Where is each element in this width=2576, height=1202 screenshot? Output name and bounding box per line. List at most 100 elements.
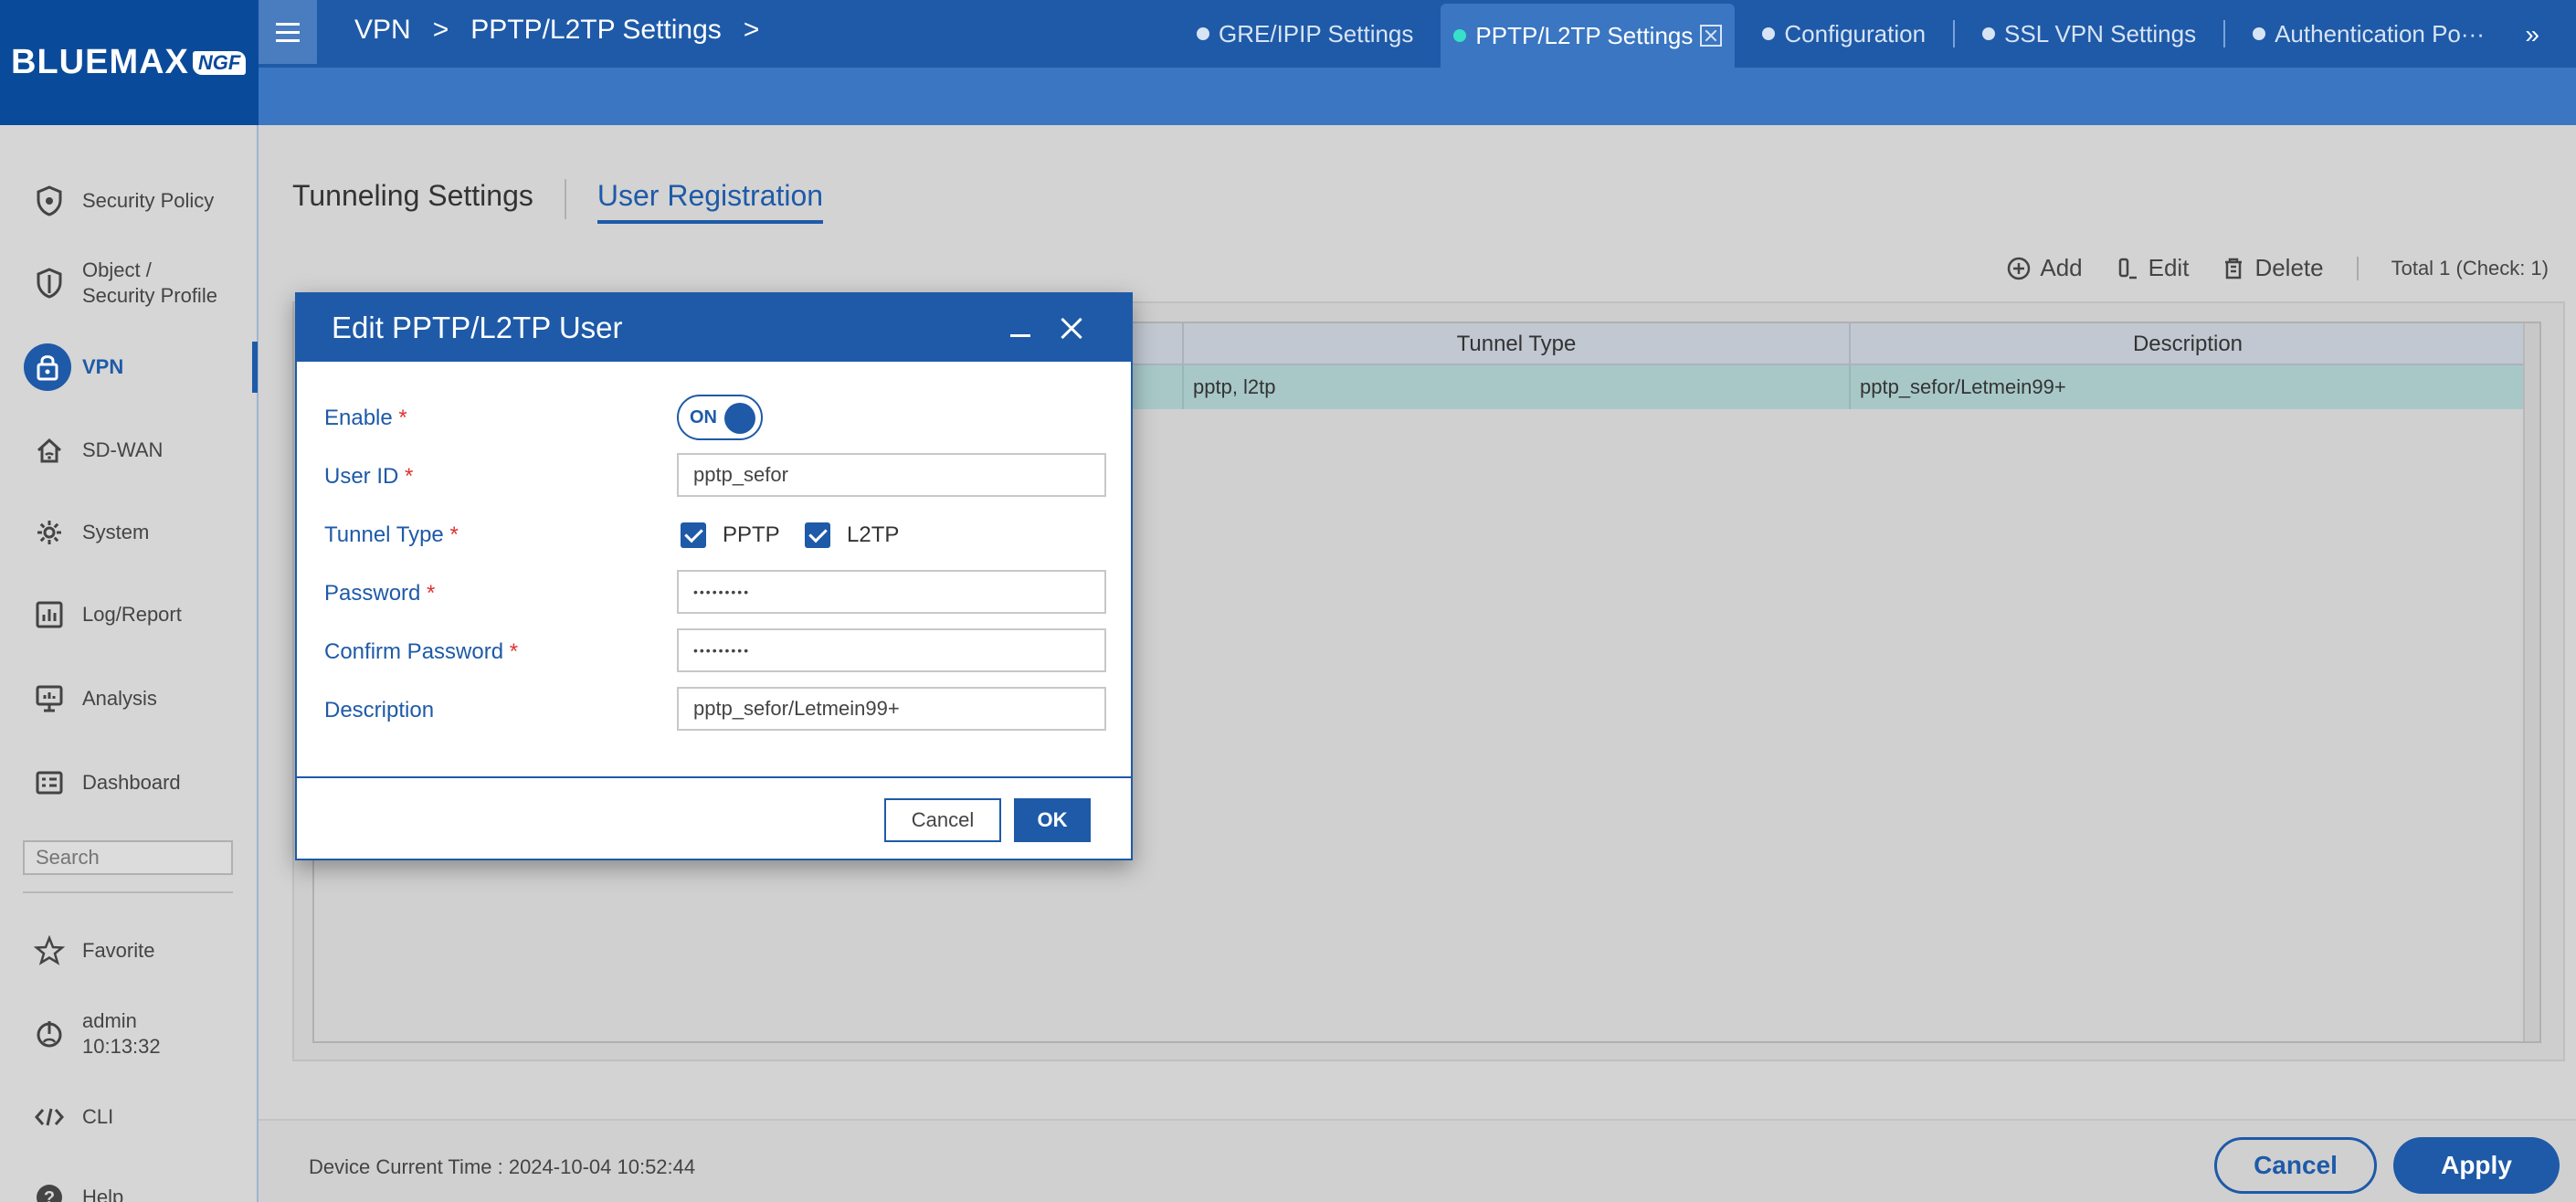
toggle-knob [724,403,755,434]
sidebar-item-label: Analysis [82,687,157,710]
apply-button[interactable]: Apply [2393,1137,2560,1194]
sidebar-item-label: SD-WAN [82,438,164,461]
lock-icon [24,343,71,391]
sidebar-search-input[interactable] [23,840,233,875]
add-label: Add [2040,254,2083,281]
tab-authentication[interactable]: Authentication Po··· [2225,8,2512,59]
logo-text: BLUEMAX [11,43,189,81]
l2tp-label: L2TP [847,522,900,547]
dialog-ok-button[interactable]: OK [1014,798,1091,842]
active-indicator [252,342,258,393]
chevron-right-icon: > [432,15,449,45]
password-label-text: Password [324,581,421,606]
dialog-title: Edit PPTP/L2TP User [332,311,623,344]
sidebar-item-label: Dashboard [82,771,181,794]
add-button[interactable]: Add [2007,254,2083,282]
sidebar-item-log-report[interactable]: Log/Report [0,592,259,638]
total-count: Total 1 (Check: 1) [2391,256,2549,279]
logo: BLUEMAX NGF [0,0,259,125]
user-id-input[interactable] [677,453,1106,497]
sidebar-item-security-policy[interactable]: Security Policy [0,178,259,224]
pptp-checkbox[interactable] [681,522,706,548]
sidebar-item-label: Log/Report [82,603,182,626]
column-header-tunnel-type[interactable]: Tunnel Type [1182,323,1849,365]
tab-label: PPTP/L2TP Settings [1475,21,1694,49]
chevron-right-icon: > [743,15,760,45]
tab-ssl-vpn[interactable]: SSL VPN Settings [1955,8,2223,59]
cell-description: pptp_sefor/Letmein99+ [1849,365,2525,409]
sidebar-item-label: System [82,521,150,543]
breadcrumb-item-pptp[interactable]: PPTP/L2TP Settings [470,15,722,46]
dot-icon [1982,27,1996,40]
hamburger-icon[interactable] [259,0,317,64]
delete-button[interactable]: Delete [2222,254,2324,282]
trash-icon [2225,258,2243,279]
tab-user-registration[interactable]: User Registration [596,179,824,224]
svg-text:?: ? [44,1188,55,1202]
breadcrumb: VPN > PPTP/L2TP Settings > [354,15,759,46]
tab-gre-ipip[interactable]: GRE/IPIP Settings [1169,8,1441,59]
required-mark: * [405,464,414,489]
minimize-icon[interactable] [1010,334,1030,337]
power-icon [31,1016,68,1052]
cell-tunnel-type: pptp, l2tp [1182,365,1849,409]
toggle-state: ON [690,407,717,427]
cancel-button[interactable]: Cancel [2214,1137,2377,1194]
dialog-cancel-button[interactable]: Cancel [884,798,1001,842]
password-input[interactable]: ••••••••• [677,570,1106,614]
sidebar-item-help[interactable]: ? Help [0,1175,259,1202]
dot-icon [1197,27,1209,40]
tab-label: Authentication Po··· [2275,19,2485,47]
description-label: Description [324,698,435,722]
sidebar-item-cli[interactable]: CLI [0,1094,259,1140]
home-wifi-icon [31,432,68,469]
password-label: Password * [324,581,435,606]
sidebar-item-label: Object / Security Profile [82,258,217,307]
column-header-description[interactable]: Description [1849,323,2525,365]
double-chevron-right-icon[interactable]: » [2525,20,2539,49]
top-sub-bar [259,68,2576,125]
breadcrumb-item-vpn[interactable]: VPN [354,15,411,46]
sidebar-item-system[interactable]: System [0,510,259,555]
sidebar-item-sd-wan[interactable]: SD-WAN [0,427,259,473]
required-mark: * [427,581,436,606]
sidebar-item-label: VPN [82,355,124,378]
sidebar-item-admin[interactable]: admin 10:13:32 [0,1005,259,1063]
delete-label: Delete [2254,254,2324,281]
dialog-header: Edit PPTP/L2TP User [297,294,1131,362]
sidebar-item-label: admin 10:13:32 [82,1009,161,1058]
tab-configuration[interactable]: Configuration [1735,8,1953,59]
tunnel-type-label: Tunnel Type * [324,522,459,548]
edit-label: Edit [2148,254,2190,281]
l2tp-checkbox[interactable] [805,522,830,548]
pptp-label: PPTP [723,522,780,547]
tab-label: Configuration [1784,19,1927,47]
dot-icon [2253,27,2266,40]
sidebar-item-object-security-profile[interactable]: Object / Security Profile [0,256,259,311]
gear-icon [31,514,68,551]
sidebar-item-favorite[interactable]: Favorite [0,928,259,974]
tab-label: GRE/IPIP Settings [1219,19,1414,47]
sidebar-item-dashboard[interactable]: Dashboard [0,760,259,806]
confirm-password-input[interactable]: ••••••••• [677,628,1106,672]
tab-tunneling-settings[interactable]: Tunneling Settings [292,179,533,213]
tab-label: SSL VPN Settings [2004,19,2197,47]
shield-icon [31,265,68,301]
required-mark: * [398,406,407,430]
dashboard-icon [31,764,68,801]
shield-icon [31,183,68,219]
edit-button[interactable]: Edit [2116,254,2190,282]
sidebar-item-vpn[interactable]: VPN [0,342,259,393]
description-input[interactable] [677,687,1106,731]
sidebar-divider [23,891,233,893]
sidebar-item-analysis[interactable]: Analysis [0,676,259,722]
table-scrollbar[interactable] [2523,323,2539,1041]
plus-circle-icon [2008,257,2031,279]
enable-toggle[interactable]: ON [677,395,763,440]
close-icon[interactable] [1060,316,1083,340]
close-icon[interactable] [1700,25,1723,47]
sidebar-item-label: Help [82,1186,124,1202]
sidebar-item-label: Security Policy [82,189,215,212]
tab-pptp-l2tp[interactable]: PPTP/L2TP Settings [1441,4,1736,68]
table-toolbar: Add Edit Delete Total 1 (Check: 1) [2007,254,2549,282]
